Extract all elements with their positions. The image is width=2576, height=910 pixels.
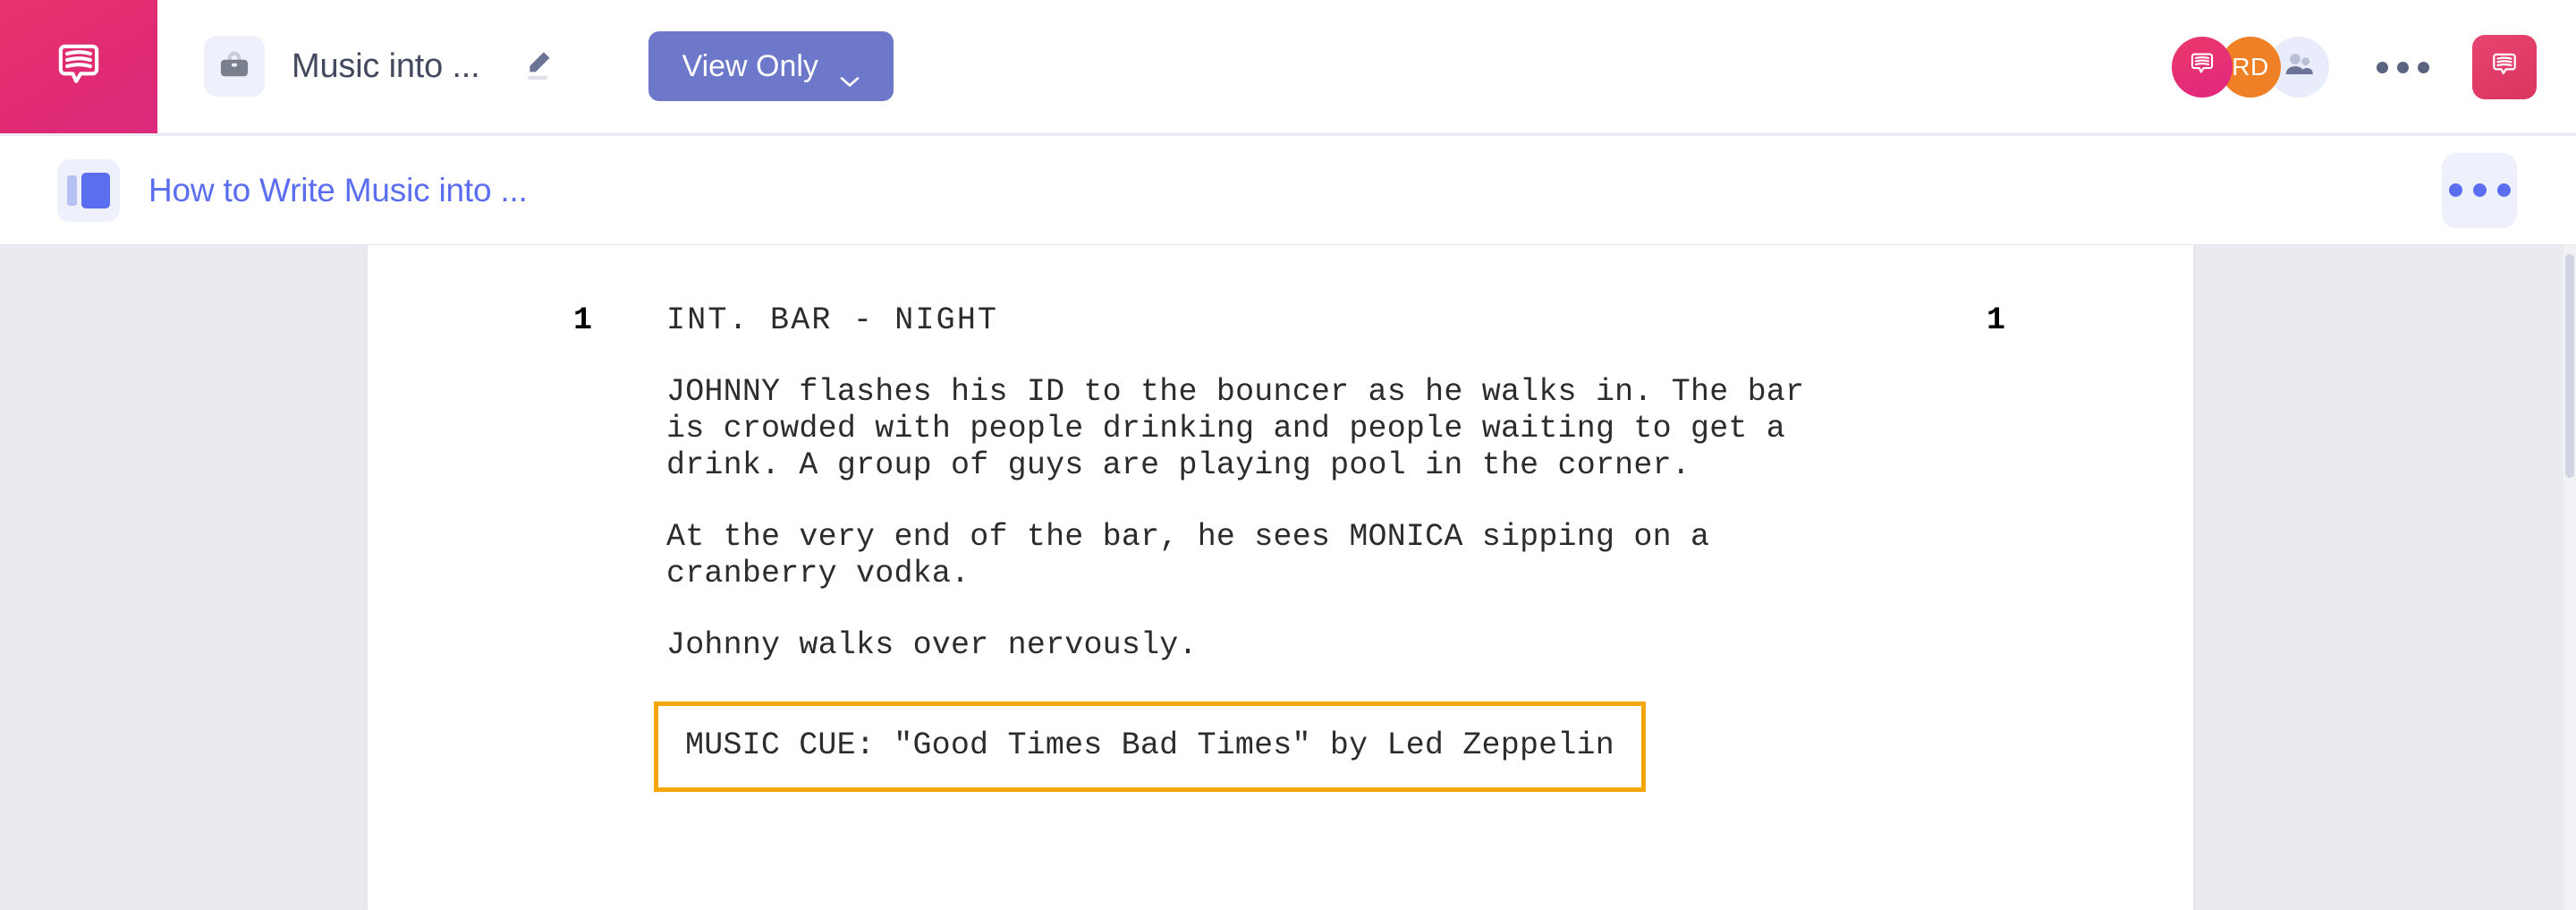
document-title: Music into ... <box>292 47 480 85</box>
speech-bubble-icon <box>2488 49 2521 86</box>
view-only-label: View Only <box>682 48 818 83</box>
document-canvas: 1 1 INT. BAR - NIGHT JOHNNY flashes his … <box>0 245 2576 910</box>
breadcrumb-overflow-button[interactable] <box>2442 152 2517 228</box>
app-root: Music into ... View Only RD How to Write… <box>0 0 2576 910</box>
speech-bubble-script-logo-icon <box>51 38 106 94</box>
header-left-cluster: Music into ... View Only <box>157 31 894 101</box>
avatar-initials: RD <box>2232 53 2269 81</box>
header-overflow-menu-button[interactable] <box>2376 40 2429 94</box>
breadcrumb-bar: How to Write Music into ... <box>0 136 2576 245</box>
briefcase-lock-icon <box>216 46 253 88</box>
document-icon-body <box>81 172 110 208</box>
people-icon <box>2281 47 2317 89</box>
three-dots-icon <box>2396 61 2409 73</box>
script-page[interactable]: 1 1 INT. BAR - NIGHT JOHNNY flashes his … <box>368 245 2193 910</box>
avatar-group: RD <box>2172 37 2329 98</box>
three-dots-icon <box>2496 183 2511 197</box>
app-logo-button[interactable] <box>0 0 157 133</box>
scene-heading-text: INT. BAR - NIGHT <box>666 302 999 338</box>
brand-panel-button[interactable] <box>2472 35 2537 99</box>
scene-heading-row: 1 1 INT. BAR - NIGHT <box>368 302 2193 339</box>
speech-bubble-icon <box>2187 49 2217 86</box>
music-cue-text: MUSIC CUE: "Good Times Bad Times" by Led… <box>685 727 1614 763</box>
action-paragraph: JOHNNY flashes his ID to the bouncer as … <box>666 374 1805 483</box>
app-avatar[interactable] <box>2172 37 2233 98</box>
document-outline-icon <box>57 158 120 222</box>
script-content: 1 1 INT. BAR - NIGHT JOHNNY flashes his … <box>368 245 2193 792</box>
breadcrumb-link[interactable]: How to Write Music into ... <box>148 172 528 209</box>
action-paragraph: Johnny walks over nervously. <box>666 627 1198 663</box>
three-dots-icon <box>2417 61 2429 73</box>
document-icon-spine <box>67 174 77 206</box>
pencil-edit-icon[interactable] <box>514 43 561 89</box>
three-dots-icon <box>2376 61 2388 73</box>
action-paragraph: At the very end of the bar, he sees MONI… <box>666 519 1710 591</box>
vertical-scrollbar-thumb[interactable] <box>2565 254 2574 478</box>
header-right-cluster: RD <box>2172 0 2576 134</box>
chevron-down-icon <box>840 61 860 87</box>
view-only-button[interactable]: View Only <box>648 31 894 101</box>
scene-number-left: 1 <box>573 302 593 338</box>
three-dots-icon <box>2448 183 2462 197</box>
music-cue-highlight-box[interactable]: MUSIC CUE: "Good Times Bad Times" by Led… <box>654 702 1646 792</box>
three-dots-icon <box>2472 183 2487 197</box>
scene-number-right: 1 <box>1987 302 2006 338</box>
briefcase-lock-icon-badge[interactable] <box>204 36 265 97</box>
top-header: Music into ... View Only RD <box>0 0 2576 134</box>
